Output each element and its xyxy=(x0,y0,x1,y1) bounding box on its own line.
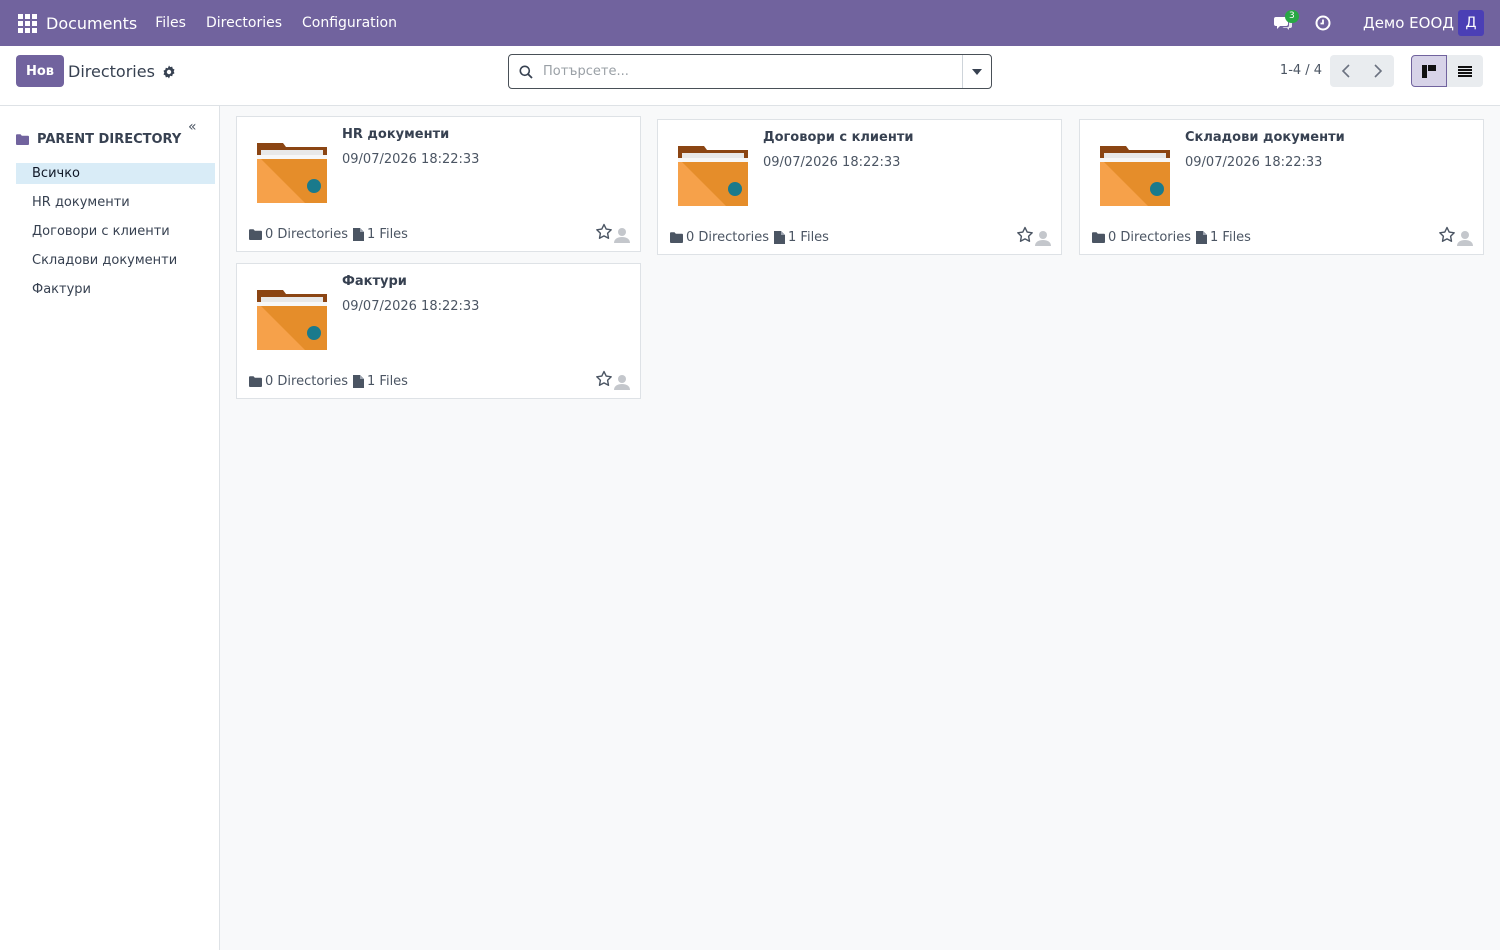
card-title: Договори с клиенти xyxy=(763,130,914,145)
files-count: 1 Files xyxy=(367,227,408,242)
activities-button[interactable] xyxy=(1303,0,1343,46)
clock-icon xyxy=(1315,15,1331,31)
folder-icon xyxy=(1092,232,1105,243)
files-count: 1 Files xyxy=(367,374,408,389)
file-icon xyxy=(1196,231,1208,244)
file-icon xyxy=(353,375,365,388)
star-icon[interactable] xyxy=(595,223,613,245)
file-icon xyxy=(353,228,365,241)
card-title: Складови документи xyxy=(1185,130,1345,145)
list-icon xyxy=(1458,65,1472,77)
menu-files[interactable]: Files xyxy=(155,15,186,31)
sidebar: « PARENT DIRECTORY Всичко HR документи Д… xyxy=(0,106,220,950)
user-icon[interactable] xyxy=(1034,230,1052,250)
message-count-badge: 3 xyxy=(1284,10,1299,23)
sidebar-item-contracts[interactable]: Договори с клиенти xyxy=(16,221,215,242)
file-icon xyxy=(774,231,786,244)
card-counts: 0 Directories 1 Files xyxy=(670,230,829,245)
search-icon xyxy=(509,65,543,79)
sidebar-item-hr[interactable]: HR документи xyxy=(16,192,215,213)
user-icon[interactable] xyxy=(613,374,631,394)
star-icon[interactable] xyxy=(1438,226,1456,248)
messaging-button[interactable]: 3 xyxy=(1263,0,1303,46)
gear-icon[interactable] xyxy=(162,65,176,79)
user-icon[interactable] xyxy=(1456,230,1474,250)
card-date: 09/07/2026 18:22:33 xyxy=(342,299,480,314)
sidebar-item-all[interactable]: Всичко xyxy=(16,163,215,184)
card-date: 09/07/2026 18:22:33 xyxy=(342,152,480,167)
folder-thumbnail-icon xyxy=(1100,144,1170,210)
directory-card[interactable]: Договори с клиенти 09/07/2026 18:22:33 0… xyxy=(657,119,1062,255)
directories-count: 0 Directories xyxy=(265,374,349,389)
chevron-right-icon xyxy=(1374,64,1383,78)
files-count: 1 Files xyxy=(788,230,829,245)
star-icon[interactable] xyxy=(1016,226,1034,248)
folder-thumbnail-icon xyxy=(257,288,327,354)
card-counts: 0 Directories 1 Files xyxy=(249,374,408,389)
top-navbar: Documents Files Directories Configuratio… xyxy=(0,0,1500,46)
directories-count: 0 Directories xyxy=(686,230,770,245)
menu-configuration[interactable]: Configuration xyxy=(302,15,397,31)
folder-thumbnail-icon xyxy=(257,141,327,207)
user-icon[interactable] xyxy=(613,227,631,247)
search-options-toggle[interactable] xyxy=(962,55,991,88)
apps-grid-icon xyxy=(17,13,37,33)
folder-icon xyxy=(249,229,262,240)
pager-previous-button[interactable] xyxy=(1330,55,1362,87)
search-bar xyxy=(508,54,992,89)
card-title: HR документи xyxy=(342,127,450,142)
directories-count: 0 Directories xyxy=(265,227,349,242)
breadcrumb: Directories xyxy=(68,62,176,81)
collapse-sidebar-button[interactable]: « xyxy=(188,119,197,135)
folder-icon xyxy=(249,376,262,387)
directory-card[interactable]: Фактури 09/07/2026 18:22:33 0 Directorie… xyxy=(236,263,641,399)
card-counts: 0 Directories 1 Files xyxy=(1092,230,1251,245)
directory-card[interactable]: HR документи 09/07/2026 18:22:33 0 Direc… xyxy=(236,116,641,252)
page-title: Directories xyxy=(68,62,155,81)
card-title: Фактури xyxy=(342,274,407,289)
folder-thumbnail-icon xyxy=(678,144,748,210)
kanban-view-button[interactable] xyxy=(1411,55,1447,87)
kanban-icon xyxy=(1422,64,1436,78)
caret-down-icon xyxy=(972,68,982,75)
sidebar-header: PARENT DIRECTORY xyxy=(16,132,181,147)
sidebar-item-invoices[interactable]: Фактури xyxy=(16,279,215,300)
card-counts: 0 Directories 1 Files xyxy=(249,227,408,242)
directory-card[interactable]: Складови документи 09/07/2026 18:22:33 0… xyxy=(1079,119,1484,255)
sidebar-header-label: PARENT DIRECTORY xyxy=(37,132,182,147)
folder-icon xyxy=(16,134,29,145)
new-button[interactable]: Нов xyxy=(16,55,64,87)
search-input[interactable] xyxy=(543,56,962,87)
card-date: 09/07/2026 18:22:33 xyxy=(1185,155,1323,170)
chevron-left-icon xyxy=(1341,64,1350,78)
card-date: 09/07/2026 18:22:33 xyxy=(763,155,901,170)
user-avatar[interactable]: Д xyxy=(1458,10,1484,36)
sidebar-item-warehouse[interactable]: Складови документи xyxy=(16,250,215,271)
company-name[interactable]: Демо ЕООД xyxy=(1363,14,1454,32)
menu-directories[interactable]: Directories xyxy=(206,15,282,31)
star-icon[interactable] xyxy=(595,370,613,392)
pager-next-button[interactable] xyxy=(1362,55,1394,87)
folder-icon xyxy=(670,232,683,243)
directories-count: 0 Directories xyxy=(1108,230,1192,245)
app-title[interactable]: Documents xyxy=(46,14,137,33)
list-view-button[interactable] xyxy=(1447,55,1483,87)
files-count: 1 Files xyxy=(1210,230,1251,245)
control-panel: Нов Directories 1-4 / 4 xyxy=(0,46,1500,106)
pager-value[interactable]: 1-4 / 4 xyxy=(1272,63,1330,78)
